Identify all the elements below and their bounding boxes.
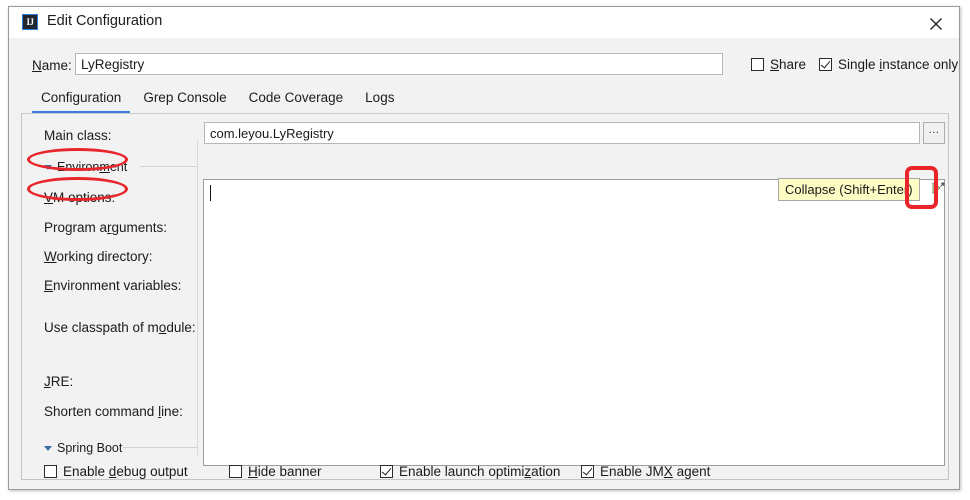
main-class-label: Main class: (44, 128, 112, 143)
environment-variables-label: Environment variables: (44, 278, 182, 293)
enable-launch-optimization-checkbox-label: Enable launch optimization (399, 464, 561, 479)
browse-main-class-button[interactable]: ... (923, 122, 945, 144)
enable-jmx-agent-checkbox[interactable]: Enable JMX agent (581, 464, 710, 479)
single-instance-only-checkbox[interactable]: Single instance only (819, 57, 958, 72)
single-instance-only-checkbox-label: Single instance only (838, 57, 959, 72)
environment-section-header[interactable]: Environment (44, 160, 127, 174)
close-icon (930, 18, 942, 30)
enable-debug-output-checkbox-box (44, 465, 57, 478)
hide-banner-checkbox-label: Hide banner (248, 464, 322, 479)
window-title: Edit Configuration (47, 13, 163, 29)
program-arguments-label: Program arguments: (44, 220, 168, 235)
enable-jmx-agent-checkbox-label: Enable JMX agent (600, 464, 711, 479)
name-input[interactable] (75, 53, 723, 75)
tab-grep-console[interactable]: Grep Console (132, 90, 237, 113)
tab-logs[interactable]: Logs (354, 90, 405, 113)
tab-code-coverage[interactable]: Code Coverage (238, 90, 355, 113)
use-classpath-of-module-label: Use classpath of module: (44, 320, 196, 335)
shorten-command-line-label: Shorten command line: (44, 404, 183, 419)
intellij-idea-icon: IJ (22, 14, 38, 30)
main-class-input[interactable] (204, 122, 920, 144)
collapse-arrow-icon (932, 182, 945, 194)
hide-banner-checkbox-box (229, 465, 242, 478)
jre-label: JRE: (44, 374, 74, 389)
environment-section-rule (140, 166, 197, 167)
tab-bar: Configuration Grep Console Code Coverage… (30, 85, 405, 113)
share-checkbox[interactable]: Share (751, 57, 806, 72)
edit-configuration-dialog: IJ Edit Configuration Name: Share Single… (8, 6, 960, 490)
enable-launch-optimization-checkbox-box (380, 465, 393, 478)
chevron-down-icon (44, 445, 52, 451)
hide-banner-checkbox[interactable]: Hide banner (229, 464, 322, 479)
tab-configuration[interactable]: Configuration (30, 90, 132, 113)
name-label: Name: (32, 58, 72, 73)
share-checkbox-box (751, 58, 764, 71)
label-column-divider (197, 140, 198, 455)
close-button[interactable] (913, 7, 959, 37)
chevron-down-icon (44, 164, 52, 170)
enable-jmx-agent-checkbox-box (581, 465, 594, 478)
collapse-button[interactable] (932, 181, 945, 199)
enable-debug-output-checkbox[interactable]: Enable debug output (44, 464, 188, 479)
enable-launch-optimization-checkbox[interactable]: Enable launch optimization (380, 464, 560, 479)
spring-boot-section-header[interactable]: Spring Boot (44, 441, 122, 455)
collapse-tooltip: Collapse (Shift+Enter) (778, 178, 920, 201)
share-checkbox-label: Share (770, 57, 807, 72)
single-instance-only-checkbox-box (819, 58, 832, 71)
text-caret (210, 185, 211, 201)
configuration-panel: Main class: ... Environment VM options: … (21, 113, 949, 480)
title-bar: IJ Edit Configuration (9, 7, 959, 38)
vm-options-textarea[interactable] (203, 179, 945, 466)
spring-boot-section-label: Spring Boot (57, 441, 123, 455)
spring-boot-section-rule (123, 447, 197, 448)
working-directory-label: Working directory: (44, 249, 153, 264)
vm-options-label: VM options: (44, 190, 116, 205)
enable-debug-output-checkbox-label: Enable debug output (63, 464, 188, 479)
environment-section-label: Environment (57, 160, 128, 174)
